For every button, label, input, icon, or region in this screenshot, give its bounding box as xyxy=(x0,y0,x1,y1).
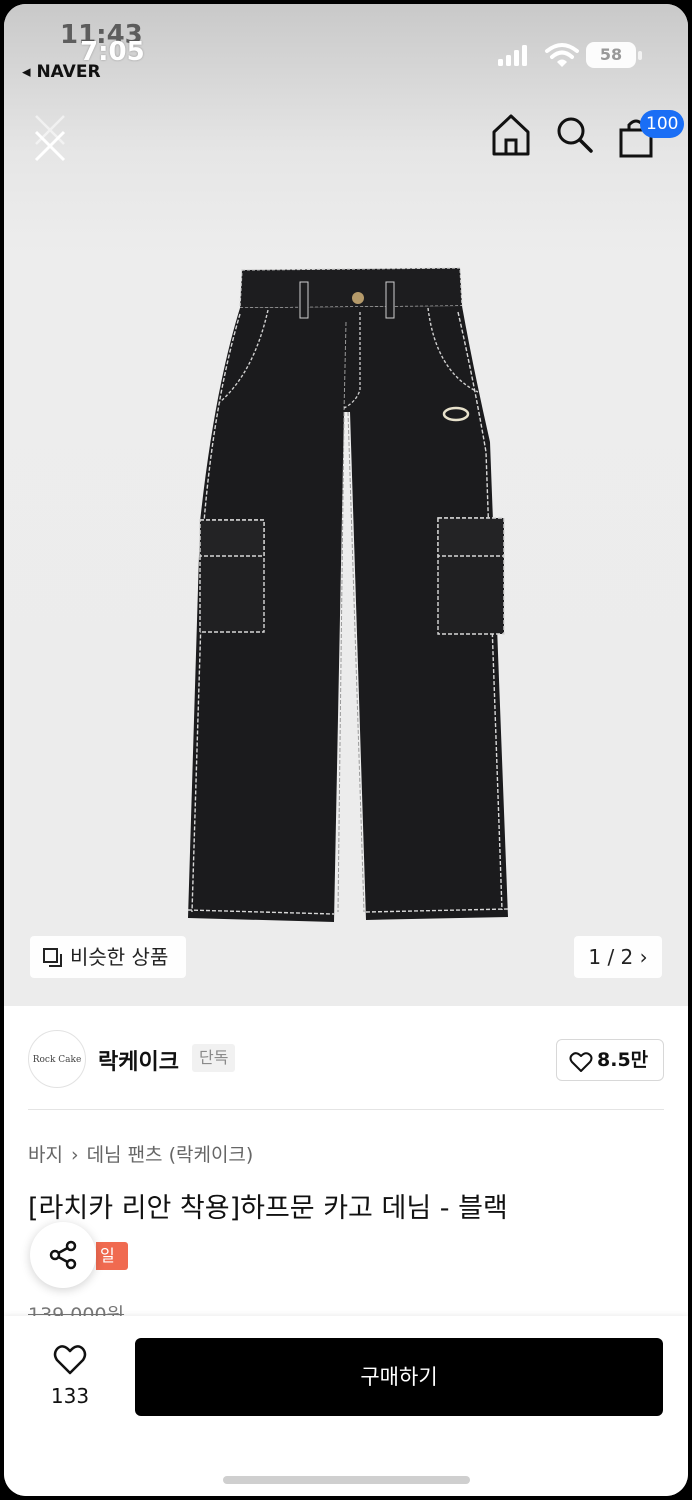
cart-count-badge: 100 xyxy=(640,110,685,138)
search-icon xyxy=(557,117,593,153)
product-info: Rock Cake 락케이크 단독 8.5만 바지 › 데님 팬츠 (락케이크) [… xyxy=(4,1006,688,1326)
exclusive-badge: 단독 xyxy=(192,1044,236,1072)
share-icon xyxy=(49,1240,77,1270)
brand-like-button[interactable]: 8.5만 xyxy=(556,1039,664,1081)
similar-products-icon xyxy=(43,948,62,967)
cellular-signal-icon xyxy=(498,45,527,66)
bottom-action-bar: 133 구매하기 xyxy=(4,1316,688,1496)
status-bar: 11:43 7:05 ◂ NAVER 58 xyxy=(4,4,688,94)
brand-like-count: 8.5만 xyxy=(597,1049,649,1071)
breadcrumb: 바지 › 데님 팬츠 (락케이크) xyxy=(28,1140,253,1167)
home-button[interactable] xyxy=(490,112,532,158)
heart-icon xyxy=(53,1345,87,1375)
close-icon xyxy=(34,115,66,162)
breadcrumb-item[interactable]: 바지 xyxy=(28,1144,63,1166)
battery-level: 58 xyxy=(599,45,623,64)
brand-logo[interactable]: Rock Cake xyxy=(28,1030,86,1088)
similar-products-label: 비슷한 상품 xyxy=(70,945,169,969)
image-counter[interactable]: 1 / 2 › xyxy=(574,936,662,978)
divider xyxy=(28,1109,664,1110)
product-photo-cargo-jeans[interactable] xyxy=(174,262,514,927)
cart-button[interactable]: 100 xyxy=(616,110,685,160)
product-title: [라치카 리안 착용]하프문 카고 데님 - 블랙 xyxy=(28,1193,508,1224)
wishlist-count: 133 xyxy=(50,1384,90,1408)
wishlist-button[interactable]: 133 xyxy=(40,1344,100,1414)
screen: 11:43 7:05 ◂ NAVER 58 100 비슷한 상품 1 / 2 ›… xyxy=(4,4,688,1496)
breadcrumb-separator: › xyxy=(70,1144,79,1166)
share-button[interactable] xyxy=(30,1222,96,1288)
breadcrumb-item[interactable]: 데님 팬츠 (락케이크) xyxy=(87,1144,254,1166)
brand-name[interactable]: 락케이크 xyxy=(98,1044,179,1076)
sale-badge: 일 xyxy=(96,1242,128,1270)
close-button[interactable] xyxy=(28,108,72,168)
home-indicator[interactable] xyxy=(223,1476,470,1484)
wifi-icon xyxy=(545,43,579,67)
back-to-app-link[interactable]: ◂ NAVER xyxy=(22,62,101,82)
heart-icon xyxy=(569,1052,593,1072)
home-icon xyxy=(492,114,530,156)
product-image-area[interactable]: 11:43 7:05 ◂ NAVER 58 100 비슷한 상품 1 / 2 › xyxy=(4,4,688,1006)
battery-indicator: 58 xyxy=(586,42,642,68)
search-button[interactable] xyxy=(554,114,596,156)
buy-button[interactable]: 구매하기 xyxy=(135,1338,663,1416)
similar-products-button[interactable]: 비슷한 상품 xyxy=(30,936,186,978)
